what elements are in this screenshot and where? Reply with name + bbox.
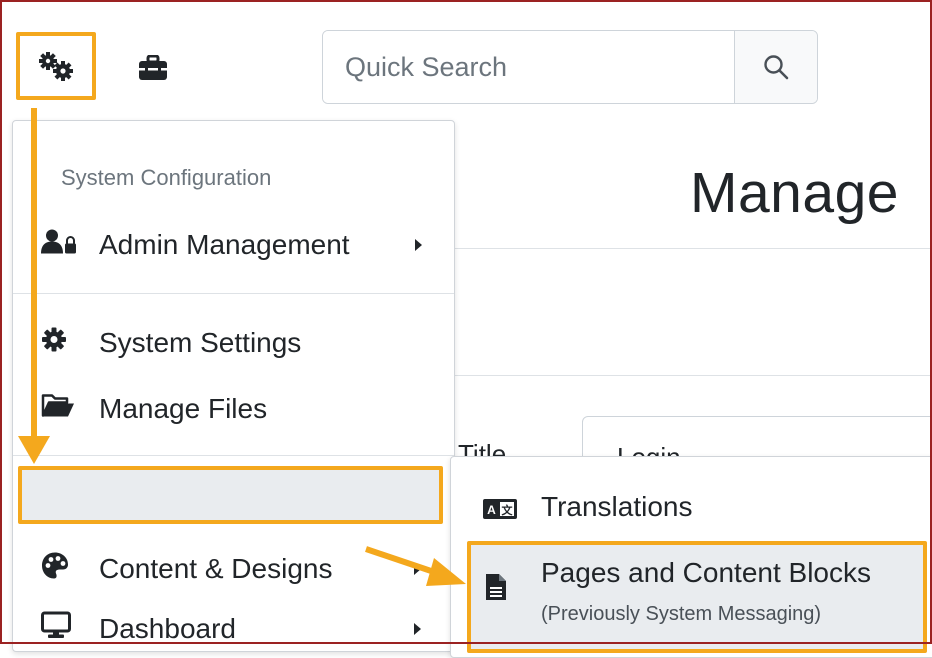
menu-item-label: Admin Management: [99, 229, 350, 260]
menu-item-system-settings[interactable]: System Settings: [13, 315, 454, 371]
menu-divider: [13, 455, 454, 456]
submenu-item-label: Translations: [541, 491, 693, 522]
submenu-item-pages-content-blocks[interactable]: Pages and Content Blocks (Previously Sys…: [467, 541, 927, 653]
divider: [453, 375, 932, 376]
menu-item-manage-files[interactable]: Manage Files: [13, 381, 454, 437]
menu-item-content-designs[interactable]: Content & Designs: [13, 541, 454, 597]
user-lock-icon: [41, 229, 77, 262]
search-icon: [764, 55, 789, 80]
menu-divider: [13, 293, 454, 294]
menu-item-label: System Settings: [99, 327, 302, 358]
content-designs-submenu: A 文 Translations Pages and Content Block…: [450, 456, 932, 658]
cog-icon: [41, 327, 67, 360]
folder-open-icon: [41, 393, 75, 426]
menu-item-label: Manage Files: [99, 393, 268, 424]
content-designs-highlight: [18, 466, 443, 524]
menu-header: System Configuration: [61, 165, 272, 190]
caret-right-icon: [414, 623, 421, 635]
submenu-item-label: Pages and Content Blocks: [541, 557, 871, 588]
search-button[interactable]: [734, 31, 817, 103]
language-icon: A 文: [483, 499, 517, 524]
menu-item-dashboard[interactable]: Dashboard: [13, 601, 454, 657]
menu-item-admin-management[interactable]: Admin Management: [13, 217, 454, 273]
page-title: Manage: [690, 161, 899, 225]
desktop-icon: [41, 611, 71, 647]
svg-text:A: A: [487, 503, 496, 517]
settings-dropdown-menu: System Configuration Admin Management Sy…: [12, 120, 455, 652]
menu-item-label: Dashboard: [99, 613, 236, 644]
caret-right-icon: [414, 563, 421, 575]
toolbox-button[interactable]: [138, 54, 168, 81]
caret-right-icon: [415, 239, 422, 251]
svg-text:文: 文: [502, 503, 514, 517]
toolbox-icon: [139, 54, 167, 80]
submenu-item-translations[interactable]: A 文 Translations: [451, 477, 932, 537]
search-input[interactable]: [323, 31, 734, 103]
quick-search: [322, 30, 818, 104]
file-icon: [485, 573, 507, 606]
palette-icon: [41, 552, 69, 587]
submenu-item-sublabel: (Previously System Messaging): [541, 603, 822, 625]
gears-icon: [39, 52, 73, 81]
divider: [453, 248, 932, 249]
top-navbar: [0, 0, 932, 120]
settings-menu-button[interactable]: [16, 32, 96, 100]
menu-item-label: Content & Designs: [99, 553, 333, 584]
